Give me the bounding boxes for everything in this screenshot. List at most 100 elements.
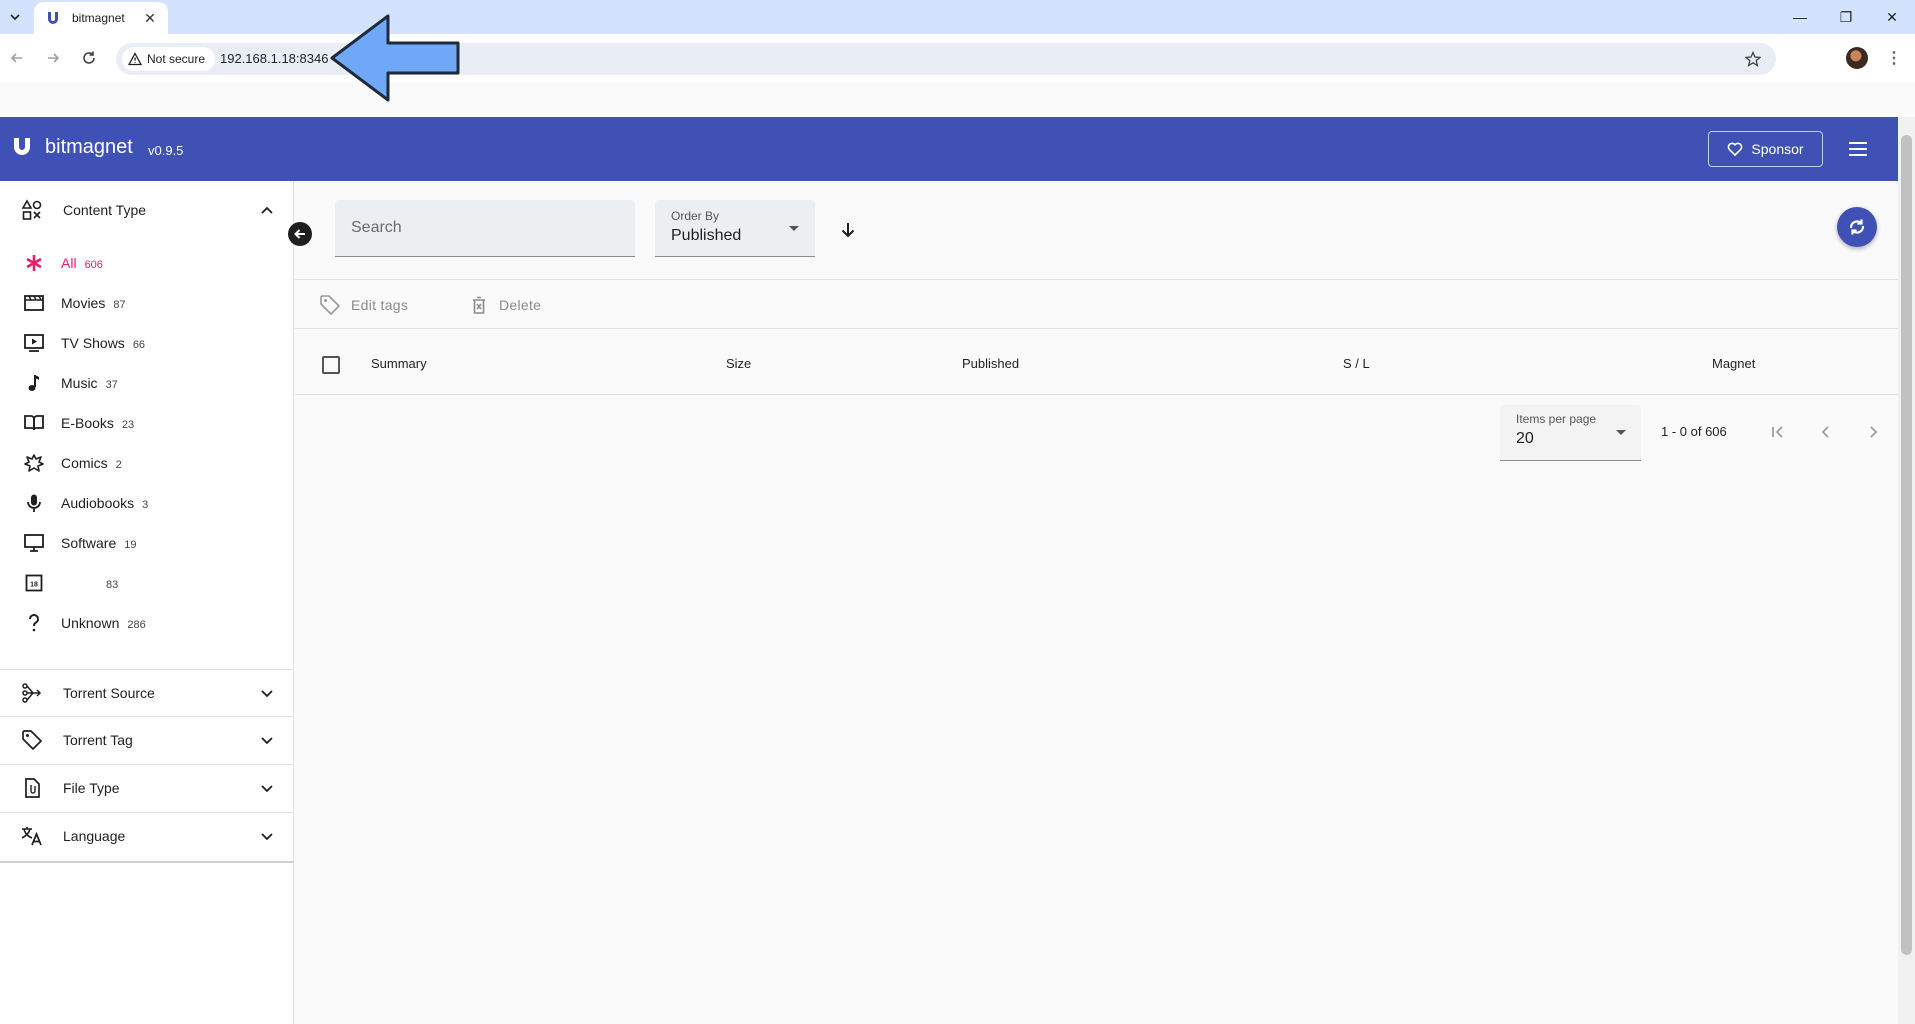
dropdown-caret-icon xyxy=(1616,430,1626,435)
annotation-arrow xyxy=(330,14,460,102)
edit-tags-label: Edit tags xyxy=(351,297,409,313)
language-title: Language xyxy=(63,828,126,844)
file-type-title: File Type xyxy=(63,780,120,796)
profile-avatar[interactable] xyxy=(1846,47,1868,69)
content-type-count: 286 xyxy=(127,619,146,631)
filter-sidebar: Content Type All 606 Movies 87 TV Shows 66 … xyxy=(0,181,294,1024)
arrow-left-icon xyxy=(294,229,305,239)
sponsor-button[interactable]: Sponsor xyxy=(1708,131,1823,167)
section-divider xyxy=(0,861,294,863)
items-per-page-value: 20 xyxy=(1516,430,1534,447)
hamburger-menu-icon[interactable] xyxy=(1842,137,1874,161)
reload-icon[interactable] xyxy=(77,46,101,70)
content-type-item-music[interactable]: Music 37 xyxy=(0,363,294,403)
chevron-down-icon xyxy=(258,684,276,702)
chevron-right-icon xyxy=(1870,426,1878,438)
column-header-published[interactable]: Published xyxy=(962,356,1019,371)
browser-tab-bar: bitmagnet ✕ — ❐ ✕ xyxy=(0,0,1915,34)
sort-direction-button[interactable] xyxy=(836,218,860,242)
search-input[interactable]: Search xyxy=(335,200,635,257)
file-icon xyxy=(20,776,44,800)
bookmark-star-icon[interactable] xyxy=(1742,48,1764,70)
chevron-left-icon xyxy=(1821,426,1829,438)
content-type-item-audiobooks[interactable]: Audiobooks 3 xyxy=(0,483,294,523)
restore-icon[interactable]: ❐ xyxy=(1823,0,1869,34)
content-type-item-all[interactable]: All 606 xyxy=(0,243,294,283)
security-chip[interactable]: Not secure xyxy=(122,47,216,71)
page-scrollbar[interactable] xyxy=(1898,117,1915,1024)
collapse-sidebar-button[interactable] xyxy=(288,222,312,246)
content-type-item-comics[interactable]: Comics 2 xyxy=(0,443,294,483)
column-header-size[interactable]: Size xyxy=(726,356,751,371)
browser-menu-icon[interactable]: ⋮ xyxy=(1882,46,1906,70)
app-header: bitmagnet v0.9.5 Sponsor xyxy=(0,117,1898,181)
edit-tags-button[interactable]: Edit tags xyxy=(319,293,408,317)
forward-icon[interactable] xyxy=(41,46,65,70)
items-per-page-select[interactable]: Items per page 20 xyxy=(1500,405,1641,461)
order-by-label: Order By xyxy=(671,209,720,223)
chevron-down-icon xyxy=(258,731,276,749)
content-type-count: 3 xyxy=(142,499,149,511)
delete-button[interactable]: Delete xyxy=(469,293,541,317)
content-type-label: Movies xyxy=(61,295,106,311)
magnet-logo-icon xyxy=(12,137,32,162)
torrent-source-section-header[interactable]: Torrent Source xyxy=(0,670,294,716)
close-tab-icon[interactable]: ✕ xyxy=(142,10,158,26)
next-page-button[interactable] xyxy=(1861,420,1885,444)
tag-icon xyxy=(20,728,44,752)
security-label: Not secure xyxy=(147,52,206,66)
content-type-item-ebooks[interactable]: E-Books 23 xyxy=(0,403,294,443)
browser-toolbar: Not secure 192.168.1.18:8346 ⋮ xyxy=(0,34,1915,82)
file-type-section-header[interactable]: File Type xyxy=(0,765,294,811)
content-type-item-movies[interactable]: Movies 87 xyxy=(0,283,294,323)
content-type-item-software[interactable]: Software 19 xyxy=(0,523,294,563)
warning-icon xyxy=(128,52,142,66)
heart-icon xyxy=(1728,142,1743,157)
scrollbar-thumb[interactable] xyxy=(1901,135,1912,955)
book-icon xyxy=(22,411,46,435)
asterisk-icon xyxy=(22,251,46,275)
content-type-count: 606 xyxy=(84,259,103,271)
rating-18-icon: 18 xyxy=(22,571,46,595)
content-type-item-xxx[interactable]: 18 83 xyxy=(0,563,294,603)
chevron-down-icon xyxy=(258,827,276,845)
column-header-seeders-leechers[interactable]: S / L xyxy=(1343,356,1370,371)
content-type-section-header[interactable]: Content Type xyxy=(0,187,294,233)
url-text[interactable]: 192.168.1.18:8346 xyxy=(220,51,328,66)
first-page-button[interactable] xyxy=(1766,420,1790,444)
content-type-label: Comics xyxy=(61,455,108,471)
delete-label: Delete xyxy=(499,297,542,313)
tab-search-chevron-icon[interactable] xyxy=(4,6,26,28)
content-type-label: All xyxy=(61,255,77,271)
app-name[interactable]: bitmagnet xyxy=(45,136,133,159)
content-type-item-tv-shows[interactable]: TV Shows 66 xyxy=(0,323,294,363)
sync-icon xyxy=(1849,219,1865,235)
movie-icon xyxy=(22,291,46,315)
content-type-label: Music xyxy=(61,375,98,391)
column-header-magnet[interactable]: Magnet xyxy=(1712,356,1755,371)
divider xyxy=(295,279,1898,280)
minimize-icon[interactable]: — xyxy=(1777,0,1823,34)
content-type-count: 2 xyxy=(115,459,122,471)
divider xyxy=(295,394,1898,395)
content-type-label: Unknown xyxy=(61,615,120,631)
question-mark-icon xyxy=(22,611,46,635)
order-by-value: Published xyxy=(671,227,742,244)
translate-icon xyxy=(20,824,44,848)
back-icon[interactable] xyxy=(5,46,29,70)
content-type-count: 87 xyxy=(113,299,126,311)
browser-tab[interactable]: bitmagnet ✕ xyxy=(34,2,168,34)
refresh-button[interactable] xyxy=(1837,207,1877,247)
content-type-item-unknown[interactable]: Unknown 286 xyxy=(0,603,294,643)
column-header-summary[interactable]: Summary xyxy=(371,356,427,371)
torrent-tag-section-header[interactable]: Torrent Tag xyxy=(0,717,294,763)
select-all-checkbox[interactable] xyxy=(322,356,340,374)
bitmagnet-favicon-icon xyxy=(44,9,62,27)
previous-page-button[interactable] xyxy=(1814,420,1838,444)
microphone-icon xyxy=(22,491,46,515)
first-page-icon xyxy=(1772,426,1783,438)
close-window-icon[interactable]: ✕ xyxy=(1869,0,1915,34)
language-section-header[interactable]: Language xyxy=(0,813,294,859)
content-type-count: 23 xyxy=(121,419,135,431)
order-by-select[interactable]: Order By Published xyxy=(655,200,815,257)
